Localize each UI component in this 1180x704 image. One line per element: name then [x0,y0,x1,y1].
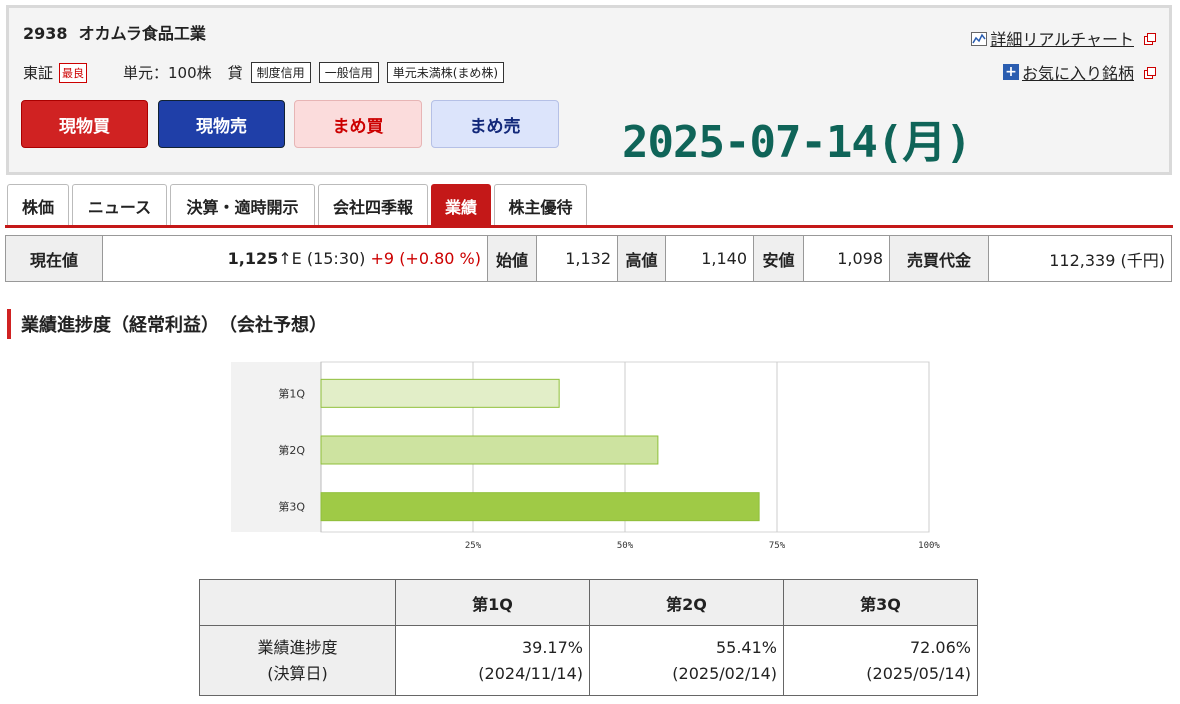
tab-performance[interactable]: 業績 [431,184,491,226]
market-badge: 最良 [59,62,88,83]
progress-cell-q2: 55.41% (2025/02/14) [589,625,784,696]
bar-3q [320,492,760,522]
price-change: +9 (+0.80 %) [370,249,481,268]
progress-value-q2: 55.41% [715,637,777,657]
high-value: 1,140 [665,235,754,282]
tab-shikiho[interactable]: 会社四季報 [318,184,428,226]
genbutsu-buy-button[interactable]: 現物買 [21,100,148,148]
date-value-q2: (2025/02/14) [672,663,777,683]
open-value: 1,132 [536,235,618,282]
price-time: (15:30) [306,249,366,268]
bar-1q [320,378,560,408]
genbutsu-sell-button[interactable]: 現物売 [158,100,285,148]
y-category-label: 第1Q [278,386,305,400]
progress-bar-chart: 25% 50% 75% 100% 第1Q 第2Q 第3Q [231,361,940,551]
favorites-link[interactable]: お気に入り銘柄 [1022,60,1134,84]
progress-value-q1: 39.17% [521,637,583,657]
row-label-progress: 業績進捗度 [257,637,338,657]
price-arrow: ↑E [278,249,302,268]
turnover-label: 売買代金 [889,235,989,282]
header-q1: 第1Q [395,579,590,626]
mame-sell-button[interactable]: まめ売 [431,100,559,148]
mame-buy-button[interactable]: まめ買 [294,100,422,148]
progress-cell-q3: 72.06% (2025/05/14) [783,625,978,696]
favorites-link-row: + お気に入り銘柄 [1002,60,1156,84]
row-label: 業績進捗度 (決算日) [199,625,396,696]
y-category-label: 第2Q [278,443,305,457]
progress-value-q3: 72.06% [909,637,971,657]
tab-shareholder-benefits[interactable]: 株主優待 [494,184,587,226]
tab-news[interactable]: ニュース [72,184,167,226]
tab-underline [5,225,1173,228]
stock-title: 2938 オカムラ食品工業 [23,20,206,44]
lending-label: 貸 [227,64,243,82]
stock-header: 2938 オカムラ食品工業 東証 最良 単元：100株 貸 制度信用 一般信用 … [6,5,1172,175]
row-label-date: (決算日) [267,663,328,683]
tag-ippan-shinyo: 一般信用 [318,62,379,83]
section-heading: 業績進捗度（経常利益） （会社予想） [7,309,327,339]
x-tick-label: 75% [769,541,786,551]
progress-table: 第1Q 第2Q 第3Q 業績進捗度 (決算日) 39.17% (2024/11/… [199,579,978,696]
x-tick-label: 50% [617,541,634,551]
external-window-icon[interactable] [1144,66,1156,79]
external-window-icon[interactable] [1144,32,1156,45]
realtime-chart-link[interactable]: 詳細リアルチャート [990,26,1134,50]
open-label: 始値 [487,235,537,282]
x-tick-label: 100% [918,541,940,551]
high-label: 高値 [617,235,666,282]
y-category-label: 第3Q [278,500,305,514]
market-info-row: 東証 最良 単元：100株 貸 制度信用 一般信用 単元未満株(まめ株) [23,62,505,83]
stock-name: オカムラ食品工業 [78,24,206,43]
low-value: 1,098 [803,235,890,282]
market-label: 東証 [23,64,54,82]
corner-header [199,579,396,626]
bar-2q [320,435,659,465]
date-value-q3: (2025/05/14) [866,663,971,683]
current-price-value: 1,125 [227,249,279,268]
date-value-q1: (2024/11/14) [478,663,583,683]
progress-cell-q1: 39.17% (2024/11/14) [395,625,590,696]
stock-code: 2938 [23,24,68,43]
unit-label: 単元：100株 [123,64,212,82]
low-label: 安値 [753,235,804,282]
turnover-value: 112,339 (千円) [988,235,1172,282]
header-q3: 第3Q [783,579,978,626]
realtime-chart-link-row: 詳細リアルチャート [971,26,1156,50]
tag-seido-shinyo: 制度信用 [250,62,311,83]
plus-icon[interactable]: + [1002,64,1019,80]
price-summary-table: 現在値 1,125↑E (15:30) +9 (+0.80 %) 始値 1,13… [5,235,1172,282]
tab-earnings-disclosure[interactable]: 決算・適時開示 [170,184,315,226]
tab-stock-price[interactable]: 株価 [7,184,69,226]
header-q2: 第2Q [589,579,784,626]
x-tick-label: 25% [465,541,482,551]
tag-mame-kabu: 単元未満株(まめ株) [386,62,505,83]
current-price-label: 現在値 [5,235,103,282]
current-price-cell: 1,125↑E (15:30) +9 (+0.80 %) [102,235,488,282]
tab-bar: 株価 ニュース 決算・適時開示 会社四季報 業績 株主優待 [7,184,590,226]
chart-icon [971,31,988,46]
date-overlay: 2025-07-14(月) [622,117,972,168]
